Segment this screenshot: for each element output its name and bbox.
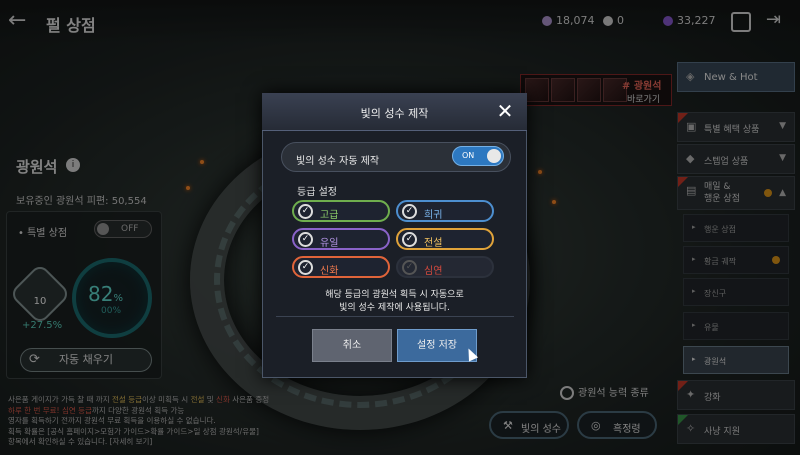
dialog-divider: [276, 316, 514, 317]
grade-settings-title: 등급 설정: [297, 187, 337, 198]
grade-legendary-checkbox[interactable]: ✓ 전설: [396, 228, 494, 250]
cancel-button[interactable]: 취소: [312, 329, 392, 362]
save-settings-button[interactable]: 설정 저장: [397, 329, 477, 362]
grade-mythic-checkbox[interactable]: ✓ 신화: [292, 256, 390, 278]
check-icon: ✓: [402, 260, 417, 275]
grade-label: 심연: [424, 266, 443, 277]
dialog-title: 빛의 성수 제작: [360, 107, 429, 120]
dialog-description: 해당 등급의 광원석 획득 시 자동으로 빛의 성수 제작에 사용됩니다.: [325, 290, 464, 313]
grade-abyss-checkbox[interactable]: ✓ 심연: [396, 256, 494, 278]
grade-label: 고급: [320, 210, 339, 221]
toggle-knob: [487, 149, 501, 163]
check-icon: ✓: [402, 204, 417, 219]
close-icon[interactable]: ✕: [494, 100, 516, 122]
check-icon: ✓: [298, 260, 313, 275]
grade-label: 전설: [424, 238, 443, 249]
auto-craft-toggle[interactable]: ON: [452, 146, 504, 166]
grade-label: 유일: [320, 238, 339, 249]
grade-common-checkbox[interactable]: ✓ 고급: [292, 200, 390, 222]
grade-label: 신화: [320, 266, 339, 277]
check-icon: ✓: [402, 232, 417, 247]
grade-rare-checkbox[interactable]: ✓ 희귀: [396, 200, 494, 222]
check-icon: ✓: [298, 232, 313, 247]
grade-unique-checkbox[interactable]: ✓ 유일: [292, 228, 390, 250]
auto-craft-label: 빛의 성수 자동 제작: [296, 156, 380, 167]
toggle-label: ON: [462, 151, 475, 160]
grade-label: 희귀: [424, 210, 443, 221]
check-icon: ✓: [298, 204, 313, 219]
